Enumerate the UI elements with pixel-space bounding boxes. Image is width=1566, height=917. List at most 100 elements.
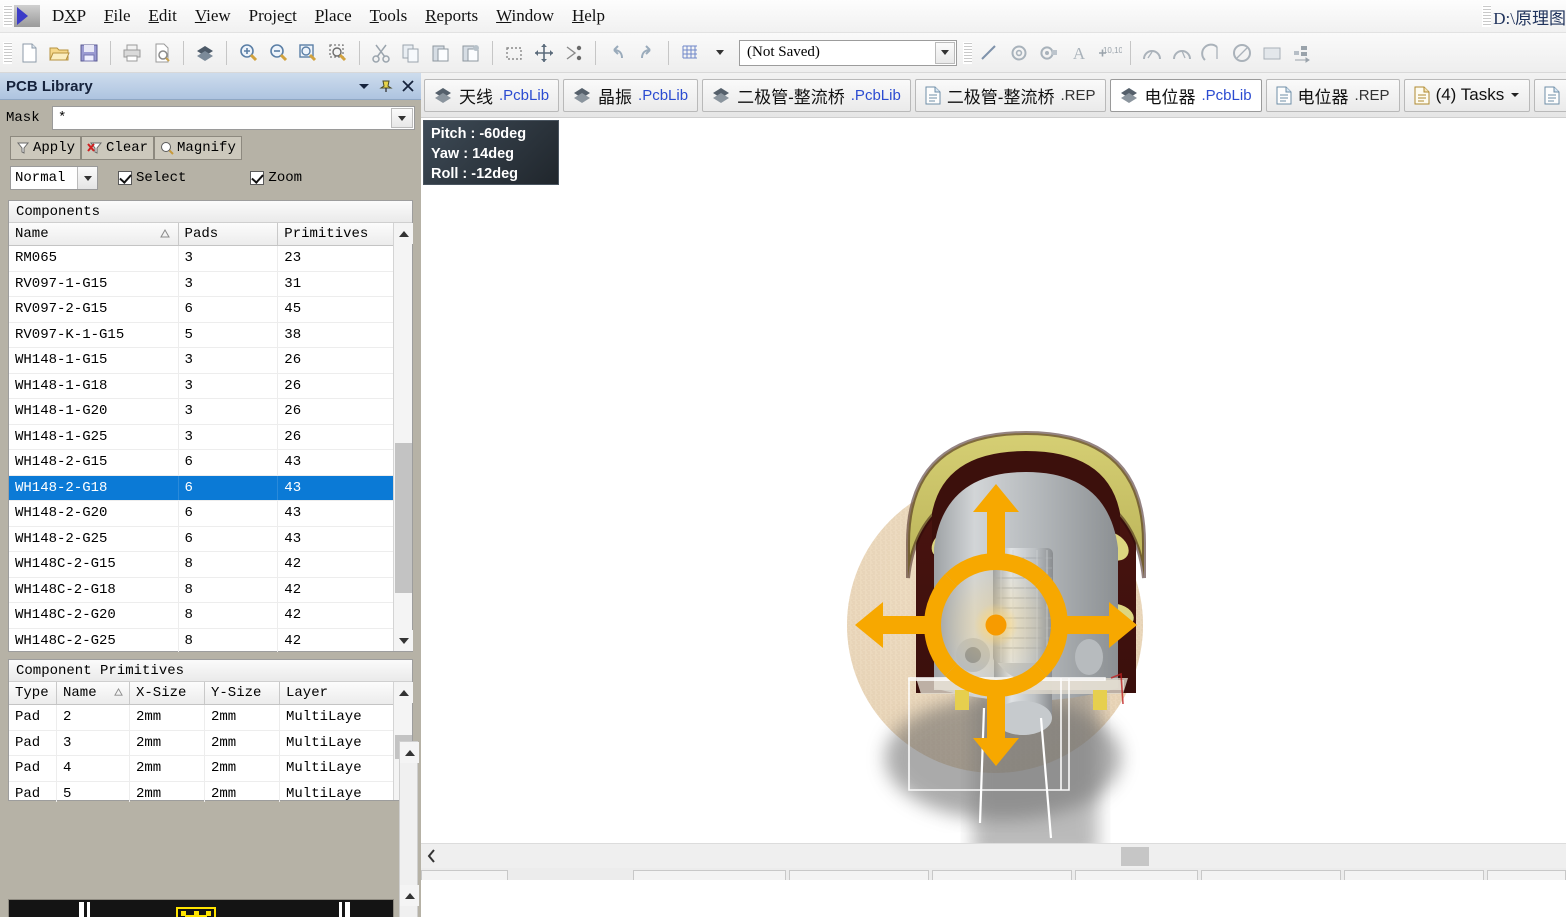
arc-any-angle-icon[interactable] <box>1197 38 1227 68</box>
chevron-down-icon[interactable] <box>357 79 371 93</box>
via-icon[interactable] <box>1034 38 1064 68</box>
save-icon[interactable] <box>74 38 104 68</box>
print-icon[interactable] <box>117 38 147 68</box>
table-row[interactable]: WH148C-2-G20 8 42 <box>9 603 393 629</box>
full-circle-icon[interactable] <box>1227 38 1257 68</box>
taskbar-item[interactable] <box>1201 870 1342 880</box>
menu-dxp[interactable]: DXP <box>43 2 95 30</box>
align-icon[interactable] <box>559 38 589 68</box>
apply-button[interactable]: Apply <box>10 136 82 160</box>
tab-二极管-整流桥[interactable]: 二极管-整流桥 .PcbLib <box>702 78 911 112</box>
tab-二极管-整流桥[interactable]: 二极管-整流桥 .REP <box>914 78 1106 112</box>
tab-电位器[interactable]: 电位器 .PcbLib <box>1109 78 1262 112</box>
snap-combo[interactable]: (Not Saved) <box>739 39 957 66</box>
menu-place[interactable]: Place <box>306 2 361 30</box>
tab-电位器[interactable]: 电位器 .REP <box>1265 78 1400 112</box>
table-row[interactable]: WH148-2-G20 6 43 <box>9 501 393 527</box>
column-header-xsize[interactable]: X-Size <box>130 682 205 704</box>
taskbar-item[interactable] <box>1487 870 1566 880</box>
toolbar-grip[interactable] <box>3 41 12 64</box>
component-preview[interactable] <box>8 899 394 917</box>
table-row[interactable]: RV097-2-G15 6 45 <box>9 297 393 323</box>
redo-icon[interactable] <box>632 38 662 68</box>
magnify-button[interactable]: Magnify <box>154 136 242 160</box>
column-header-primitives[interactable]: Primitives <box>278 223 393 245</box>
mask-input[interactable]: * <box>52 106 415 130</box>
table-row[interactable]: WH148-1-G15 3 26 <box>9 348 393 374</box>
tab-(4) Tasks[interactable]: (4) Tasks <box>1403 78 1531 112</box>
mask-dropdown-arrow[interactable] <box>391 108 413 128</box>
menu-project[interactable]: Project <box>240 2 306 30</box>
tab-天线[interactable]: 天线 .PcbLib <box>424 78 560 112</box>
move-icon[interactable] <box>529 38 559 68</box>
grid-dropdown-icon[interactable] <box>705 38 735 68</box>
pad-icon[interactable] <box>1004 38 1034 68</box>
table-row[interactable]: WH148-1-G25 3 26 <box>9 424 393 450</box>
fill-icon[interactable] <box>1257 38 1287 68</box>
print-preview-icon[interactable] <box>147 38 177 68</box>
display-mode-select[interactable]: Normal <box>10 166 98 190</box>
zoom-selected-icon[interactable] <box>323 38 353 68</box>
coordinate-icon[interactable]: 10,10 <box>1094 38 1124 68</box>
copy-icon[interactable] <box>396 38 426 68</box>
column-header-name[interactable]: Name <box>9 223 179 245</box>
components-scroll-up[interactable] <box>394 223 413 244</box>
column-header-prim-name[interactable]: Name <box>57 682 130 704</box>
components-scroll-down[interactable] <box>394 630 413 651</box>
component-icon[interactable] <box>1287 38 1317 68</box>
zoom-out-icon[interactable] <box>263 38 293 68</box>
snap-combo-arrow[interactable] <box>935 41 955 64</box>
menu-view[interactable]: View <box>186 2 240 30</box>
select-checkbox[interactable]: Select <box>118 170 186 186</box>
table-row[interactable]: Pad 5 2mm 2mm MultiLaye <box>9 781 393 802</box>
tab-晶振[interactable]: 晶振 .PcbLib <box>563 78 699 112</box>
zoom-area-icon[interactable] <box>293 38 323 68</box>
column-header-type[interactable]: Type <box>9 682 57 704</box>
menu-tools[interactable]: Tools <box>361 2 417 30</box>
grid-icon[interactable] <box>675 38 705 68</box>
zoom-checkbox[interactable]: Zoom <box>250 170 302 186</box>
table-row[interactable]: RV097-1-G15 3 31 <box>9 271 393 297</box>
menu-edit[interactable]: Edit <box>140 2 186 30</box>
primitives-scroll-up[interactable] <box>394 682 413 703</box>
menu-file[interactable]: File <box>95 2 139 30</box>
taskbar-item[interactable] <box>421 870 508 880</box>
scroll-left-icon[interactable] <box>421 849 443 863</box>
column-header-pads[interactable]: Pads <box>179 223 279 245</box>
new-document-icon[interactable] <box>14 38 44 68</box>
menu-help[interactable]: Help <box>563 2 614 30</box>
display-mode-arrow[interactable] <box>77 167 97 189</box>
zoom-in-icon[interactable] <box>233 38 263 68</box>
open-folder-icon[interactable] <box>44 38 74 68</box>
table-row[interactable]: WH148C-2-G18 8 42 <box>9 577 393 603</box>
paste-special-icon[interactable] <box>456 38 486 68</box>
paste-icon[interactable] <box>426 38 456 68</box>
column-header-ysize[interactable]: Y-Size <box>205 682 280 704</box>
panel-vscrollbar[interactable] <box>399 741 419 917</box>
panel-scroll-up[interactable] <box>400 742 419 763</box>
potentiometer-3d-model[interactable]: YCK <box>421 118 1562 880</box>
clear-button[interactable]: Clear <box>81 136 155 160</box>
table-row[interactable]: WH148C-2-G15 8 42 <box>9 552 393 578</box>
select-area-icon[interactable] <box>499 38 529 68</box>
arc-center-icon[interactable] <box>1137 38 1167 68</box>
undo-icon[interactable] <box>602 38 632 68</box>
draw-toolbar-grip[interactable] <box>963 41 972 64</box>
viewport-hscroll-thumb[interactable] <box>1121 847 1149 866</box>
string-icon[interactable]: A <box>1064 38 1094 68</box>
pcb-3d-viewport[interactable]: Pitch : -60deg Yaw : 14deg Roll : -12deg <box>421 118 1566 880</box>
line-icon[interactable] <box>974 38 1004 68</box>
arc-edge-icon[interactable] <box>1167 38 1197 68</box>
table-row[interactable]: RM065 3 23 <box>9 246 393 272</box>
chevron-down-icon[interactable] <box>1510 90 1520 100</box>
board-layers-icon[interactable] <box>190 38 220 68</box>
taskbar-item[interactable] <box>931 870 1072 880</box>
menubar-grip[interactable] <box>3 5 12 27</box>
taskbar-item[interactable] <box>1074 870 1199 880</box>
tab-extra-7[interactable] <box>1534 78 1566 112</box>
column-header-layer[interactable]: Layer <box>280 682 385 704</box>
panel-scroll-up-2[interactable] <box>400 885 419 906</box>
table-row[interactable]: WH148-2-G15 6 43 <box>9 450 393 476</box>
table-row[interactable]: WH148-2-G25 6 43 <box>9 526 393 552</box>
path-grip[interactable] <box>1482 5 1492 27</box>
